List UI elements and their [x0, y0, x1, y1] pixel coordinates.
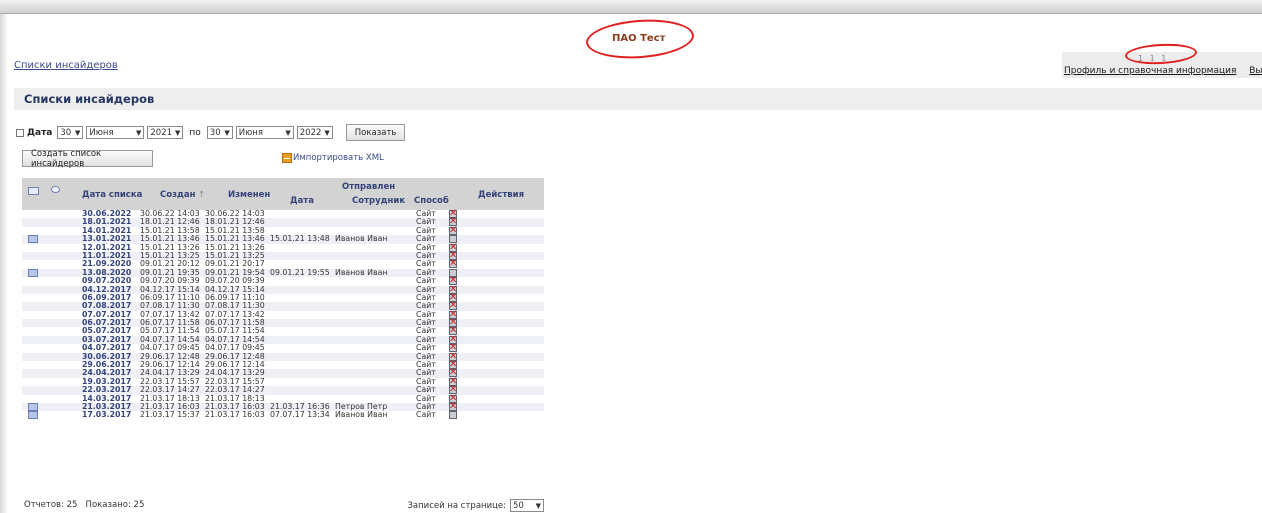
cell-sent-employee: Иванов Иван: [335, 234, 388, 244]
from-month-select[interactable]: Июня ▼: [86, 126, 145, 139]
to-year-select[interactable]: 2022 ▼: [296, 126, 333, 139]
chevron-down-icon: ▼: [324, 128, 330, 137]
delete-icon[interactable]: ✕: [449, 401, 457, 411]
from-day-select[interactable]: 30 ▼: [57, 126, 84, 139]
col-sent: Отправлен: [342, 182, 396, 192]
sent-mail-icon: [28, 268, 38, 277]
breadcrumb[interactable]: Списки инсайдеров: [14, 60, 118, 71]
user-links: Профиль и справочная информация Выход: [1064, 66, 1262, 76]
chevron-down-icon: ▼: [175, 128, 181, 137]
mail-icon: [28, 187, 39, 195]
annotation-circle-company: [584, 16, 696, 62]
import-xml-link[interactable]: Импортировать XML: [282, 153, 384, 163]
per-page-select[interactable]: 50 ▼: [510, 499, 544, 512]
date-filter-label: Дата: [27, 127, 53, 138]
window-top-bar: [0, 0, 1262, 14]
window-left-edge: [0, 14, 8, 513]
to-label: по: [189, 127, 201, 138]
shown-count: Показано: 25: [85, 500, 145, 510]
chevron-down-icon: ▼: [285, 128, 291, 137]
cell-sent-date: 15.01.21 13:48: [270, 234, 330, 244]
profile-link[interactable]: Профиль и справочная информация: [1064, 66, 1236, 76]
cell-sent-employee: Иванов Иван: [335, 267, 388, 277]
col-changed[interactable]: Изменен: [228, 190, 270, 200]
sent-mail-icon: [28, 411, 38, 420]
chevron-down-icon: ▼: [75, 128, 81, 137]
cell-created: 21.03.17 15:37: [140, 410, 200, 420]
logout-link[interactable]: Выход: [1249, 66, 1262, 76]
cell-list-date[interactable]: 17.03.2017: [82, 410, 131, 419]
page-title-bar: [14, 88, 1262, 110]
date-filter: Дата 30 ▼ Июня ▼ 2021 ▼ по 30 ▼ Июня ▼ 2022 ▼ …: [16, 124, 406, 141]
cell-changed: 21.03.17 16:03: [205, 410, 265, 420]
cell-sent-employee: Иванов Иван: [335, 410, 388, 420]
chevron-down-icon: ▼: [136, 128, 142, 137]
cell-method: Сайт: [416, 410, 436, 420]
col-sent-date[interactable]: Дата: [290, 196, 314, 206]
col-list-date[interactable]: Дата списка: [82, 190, 142, 200]
cell-sent-date: 07.07.17 13:34: [270, 410, 330, 420]
table-body: 30.06.2022 30.06.22 14:03 30.06.22 14:03 Са…: [22, 209, 544, 420]
comment-icon: [51, 186, 60, 193]
sort-asc-icon: ↑: [198, 190, 206, 200]
col-created[interactable]: Создан: [160, 190, 196, 200]
create-list-button[interactable]: Создать список инсайдеров: [22, 149, 153, 169]
date-filter-checkbox[interactable]: [16, 128, 24, 137]
delete-icon[interactable]: ✕: [449, 259, 457, 269]
cell-sent-date: 09.01.21 19:55: [270, 267, 330, 277]
page-title: Списки инсайдеров: [24, 92, 155, 106]
col-method[interactable]: Способ: [414, 196, 449, 206]
show-button[interactable]: Показать: [345, 124, 406, 141]
sent-mail-icon: [28, 235, 38, 244]
from-year-select[interactable]: 2021 ▼: [147, 126, 184, 139]
col-sent-employee[interactable]: Сотрудник: [352, 196, 405, 206]
table-header: Дата списка Создан ↑ Изменен Отправлен Д…: [22, 178, 544, 210]
xml-icon: [282, 153, 292, 163]
delete-icon[interactable]: ✕: [449, 225, 457, 235]
chevron-down-icon: ▼: [535, 501, 541, 510]
table-row[interactable]: 17.03.2017 21.03.17 15:37 21.03.17 16:03 07…: [22, 410, 544, 420]
chevron-down-icon: ▼: [224, 128, 230, 137]
per-page-label: Записей на странице:: [407, 500, 506, 511]
print-icon[interactable]: [449, 411, 457, 420]
table-footer: Отчетов: 25 Показано: 25 Записей на стра…: [22, 499, 544, 513]
col-actions: Действия: [478, 190, 525, 200]
sent-mail-icon: [28, 402, 38, 411]
reports-count: Отчетов: 25: [24, 500, 78, 510]
to-month-select[interactable]: Июня ▼: [235, 126, 294, 139]
to-day-select[interactable]: 30 ▼: [206, 126, 233, 139]
insider-lists-table: Дата списка Создан ↑ Изменен Отправлен Д…: [22, 178, 544, 420]
